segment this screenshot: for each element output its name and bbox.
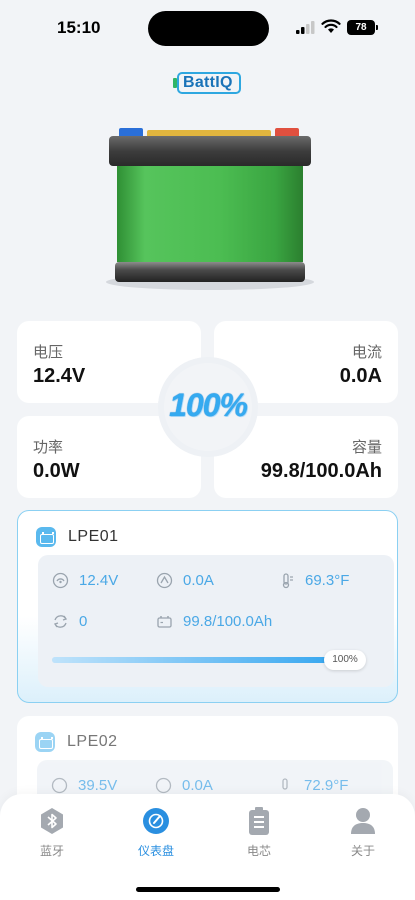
- cycle-icon: [53, 615, 68, 628]
- voltage-value: 12.4V: [33, 365, 86, 387]
- device-current-value: 0.0A: [183, 572, 214, 589]
- soc-percent: 100%: [169, 387, 248, 423]
- battery-pack-icon: [36, 527, 56, 547]
- device-card-lpe01[interactable]: LPE01 12.4V 0.0A 69.3°F 0 99.8/100.0Ah 1…: [17, 510, 398, 703]
- device-voltage-value: 12.4V: [79, 572, 119, 589]
- device-name: LPE01: [68, 528, 119, 545]
- device-progress-fill: [52, 657, 352, 663]
- device-temperature: 69.3°F: [278, 572, 349, 589]
- bluetooth-icon: [12, 806, 92, 836]
- app-logo: BattIQ: [173, 68, 243, 96]
- tab-label: 蓝牙: [39, 844, 64, 858]
- device-current: 0.0A: [156, 572, 214, 589]
- voltage-label: 电压: [33, 344, 64, 361]
- device-temperature: 72.9°F: [277, 777, 348, 794]
- device-name: LPE02: [67, 733, 118, 750]
- thermometer-icon: [282, 573, 293, 589]
- device-progress-track: [52, 657, 352, 663]
- profile-icon: [323, 806, 403, 836]
- tab-about[interactable]: 关于: [323, 806, 403, 859]
- device-voltage: 39.5V: [51, 777, 117, 794]
- device-current: 0.0A: [155, 777, 213, 794]
- battery-cell-icon: [219, 806, 299, 836]
- current-icon: [156, 572, 173, 589]
- device-voltage-value: 39.5V: [78, 777, 118, 794]
- car-battery-illustration: [106, 128, 314, 290]
- device-voltage: 12.4V: [52, 572, 118, 589]
- tab-battery-cells[interactable]: 电芯: [219, 806, 299, 859]
- status-time: 15:10: [57, 18, 101, 37]
- device-current-value: 0.0A: [182, 777, 213, 794]
- capacity-value: 99.8/100.0Ah: [260, 460, 382, 482]
- device-progress-label: 100%: [324, 650, 366, 670]
- dashboard-icon: [116, 806, 196, 836]
- device-cycles: 0: [52, 613, 87, 630]
- dynamic-island: [148, 11, 269, 46]
- tab-dashboard[interactable]: 仪表盘: [116, 806, 196, 859]
- voltage-icon: [52, 572, 69, 589]
- battery-level-indicator: 78: [347, 20, 378, 35]
- bottom-tab-bar: 蓝牙 仪表盘 电芯 关于: [0, 794, 415, 900]
- current-label: 电流: [351, 344, 382, 361]
- power-value: 0.0W: [33, 460, 80, 482]
- tab-label: 仪表盘: [137, 844, 174, 858]
- tab-bluetooth[interactable]: 蓝牙: [12, 806, 92, 859]
- current-value: 0.0A: [339, 365, 382, 387]
- device-temperature-value: 72.9°F: [304, 777, 349, 794]
- cellular-signal-icon: [296, 21, 315, 34]
- home-indicator: [136, 887, 280, 892]
- capacity-label: 容量: [351, 439, 382, 456]
- tab-label: 关于: [350, 844, 375, 858]
- device-metrics-panel: 12.4V 0.0A 69.3°F 0 99.8/100.0Ah 100%: [38, 555, 394, 687]
- device-capacity: 99.8/100.0Ah: [156, 613, 272, 630]
- status-bar: 15:10 78: [0, 0, 415, 56]
- current-icon: [155, 777, 172, 794]
- tab-label: 电芯: [246, 844, 271, 858]
- battery-pack-icon: [35, 732, 55, 752]
- wifi-icon: [321, 19, 341, 33]
- device-temperature-value: 69.3°F: [305, 572, 350, 589]
- power-label: 功率: [33, 439, 64, 456]
- thermometer-icon: [282, 778, 288, 790]
- voltage-icon: [51, 777, 68, 794]
- device-cycles-value: 0: [79, 613, 88, 630]
- device-capacity-value: 99.8/100.0Ah: [183, 613, 273, 630]
- logo-text: BattIQ: [183, 74, 233, 91]
- capacity-icon: [157, 616, 172, 628]
- soc-badge: 100%: [158, 357, 258, 457]
